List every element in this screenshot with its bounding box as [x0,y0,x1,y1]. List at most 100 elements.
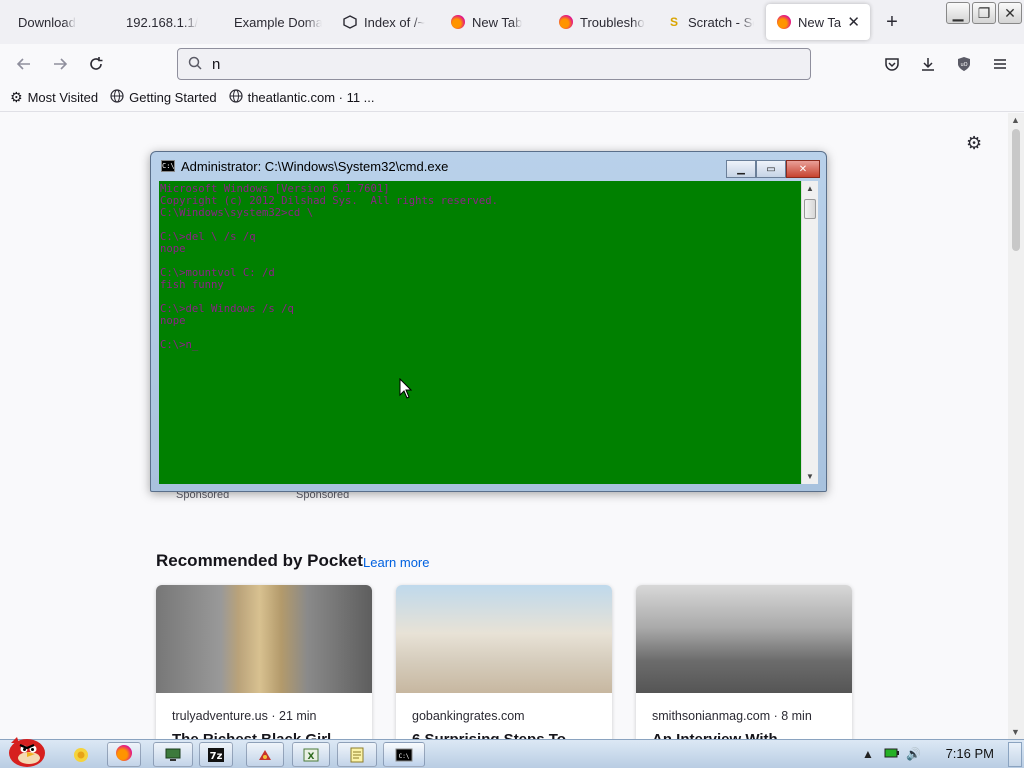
restore-button[interactable]: ❐ [972,2,996,24]
cmd-titlebar[interactable]: C:\ Administrator: C:\Windows\System32\c… [151,152,826,180]
volume-icon[interactable]: 🔊 [906,747,921,761]
learn-more-link[interactable]: Learn more [363,555,429,570]
downloads-icon[interactable] [912,48,944,80]
show-desktop-button[interactable] [1008,742,1022,767]
tab-troubleshooting[interactable]: Troublesho [548,4,656,40]
console-line: nope [160,243,186,255]
cmd-icon: C:\ [161,160,175,172]
minimize-button[interactable]: ▁ [946,2,970,24]
svg-text:X: X [308,752,315,762]
network-icon [165,748,181,761]
card-image [156,585,372,693]
page-scrollbar[interactable]: ▲ ▼ [1008,113,1024,739]
bookmarks-toolbar: ⚙ Most Visited Getting Started theatlant… [0,84,1024,112]
taskbar-notepad[interactable] [337,742,377,767]
taskbar-tool-app[interactable] [246,742,284,767]
tab-download[interactable]: Download [8,4,116,40]
tab-new-tab-active[interactable]: New Tab ✕ [766,4,870,40]
tray-expand-icon[interactable]: ▲ [862,747,874,761]
taskbar-network-app[interactable] [153,742,193,767]
tab-label: New Tab [472,14,523,30]
close-tab-icon[interactable]: ✕ [847,13,860,31]
forward-button[interactable] [42,48,78,80]
reload-button[interactable] [78,48,114,80]
scrollbar-thumb[interactable] [1012,129,1020,251]
card-source: gobankingrates.com [412,709,525,723]
toolbar-right: uO [876,48,1016,80]
back-button[interactable] [6,48,42,80]
svg-text:7z: 7z [210,751,223,762]
tab-new-tab-1[interactable]: New Tab [440,4,548,40]
battery-icon[interactable] [884,747,900,762]
console-line: C:\Windows\system32>cd \ [160,207,314,219]
tab-label: Troublesho [580,14,645,30]
globe-icon [228,89,243,106]
svg-text:C:\: C:\ [399,753,410,760]
cmd-window[interactable]: C:\ Administrator: C:\Windows\System32\c… [150,151,827,492]
cmd-close-button[interactable]: ✕ [786,160,820,178]
folder-icon [342,14,358,30]
7zip-icon: 7z [208,747,224,762]
bookmark-most-visited[interactable]: ⚙ Most Visited [10,89,98,106]
url-input[interactable] [212,55,772,73]
pocket-card[interactable]: gobankingrates.com 6 Surprising Steps To [396,585,612,745]
new-tab-button[interactable]: + [874,6,910,38]
tab-scratch[interactable]: S Scratch - Sc [656,4,764,40]
scroll-down-icon[interactable]: ▼ [806,472,814,481]
cmd-scrollbar[interactable]: ▲ ▼ [801,181,818,484]
bookmark-label: Most Visited [27,90,99,105]
console-line: fish funny [160,279,224,291]
taskbar-firefox[interactable] [107,742,141,767]
tab-example-domain[interactable]: Example Doma [224,4,332,40]
pocket-heading: Recommended by Pocket [156,551,363,570]
cmd-minimize-button[interactable]: ▁ [726,160,756,178]
explorer-icon[interactable] [68,742,94,767]
close-window-button[interactable]: ✕ [998,2,1022,24]
tab-label: Scratch - Sc [688,14,754,30]
arrow-left-icon [16,58,30,70]
menu-icon[interactable] [984,48,1016,80]
scroll-up-icon[interactable]: ▲ [1011,115,1020,125]
bookmark-label: theatlantic.com · 11 ... [247,90,375,105]
cmd-window-controls: ▁ ▭ ✕ [726,160,820,178]
bookmark-label: Getting Started [129,90,217,105]
clock[interactable]: 7:16 PM [946,746,994,761]
taskbar-7zip[interactable]: 7z [199,742,233,767]
firefox-icon [558,14,574,30]
taskbar-cmd[interactable]: C:\ [383,742,425,767]
search-icon [188,56,202,73]
arrow-right-icon [54,58,68,70]
taskbar: 7z X C:\ ▲ 🔊 7:16 PM [0,737,1024,768]
notepad-icon [350,747,364,762]
pocket-icon[interactable] [876,48,908,80]
firefox-icon [450,14,466,30]
angry-bird-icon [9,737,45,767]
tab-label: New Tab [798,14,842,30]
pocket-card[interactable]: trulyadventure.us · 21 min The Richest B… [156,585,372,745]
address-bar[interactable] [177,48,811,80]
console-line: C:\>n_ [160,339,199,351]
ublock-icon[interactable]: uO [948,48,980,80]
cmd-maximize-button[interactable]: ▭ [756,160,786,178]
tab-index-of[interactable]: Index of /~ [332,4,440,40]
card-source: trulyadventure.us · 21 min [172,709,317,723]
scroll-down-icon[interactable]: ▼ [1011,727,1020,737]
window-controls: ▁ ❐ ✕ [946,2,1022,24]
bookmark-getting-started[interactable]: Getting Started [110,89,217,106]
scroll-up-icon[interactable]: ▲ [806,184,814,193]
start-button[interactable] [4,730,50,768]
tab-router[interactable]: 192.168.1.1/ [116,4,224,40]
pocket-card[interactable]: smithsonianmag.com · 8 min An Interview … [636,585,852,745]
cmd-console[interactable]: Microsoft Windows [Version 6.1.7601] Copy… [159,181,801,484]
gear-icon: ⚙ [10,89,23,105]
tab-label: Download [18,14,76,30]
firefox-icon [776,14,792,30]
cmd-scrollbar-thumb[interactable] [804,199,816,219]
personalize-gear-icon[interactable]: ⚙ [966,133,982,154]
taskbar-excel[interactable]: X [292,742,330,767]
bookmark-theatlantic[interactable]: theatlantic.com · 11 ... [228,89,375,106]
